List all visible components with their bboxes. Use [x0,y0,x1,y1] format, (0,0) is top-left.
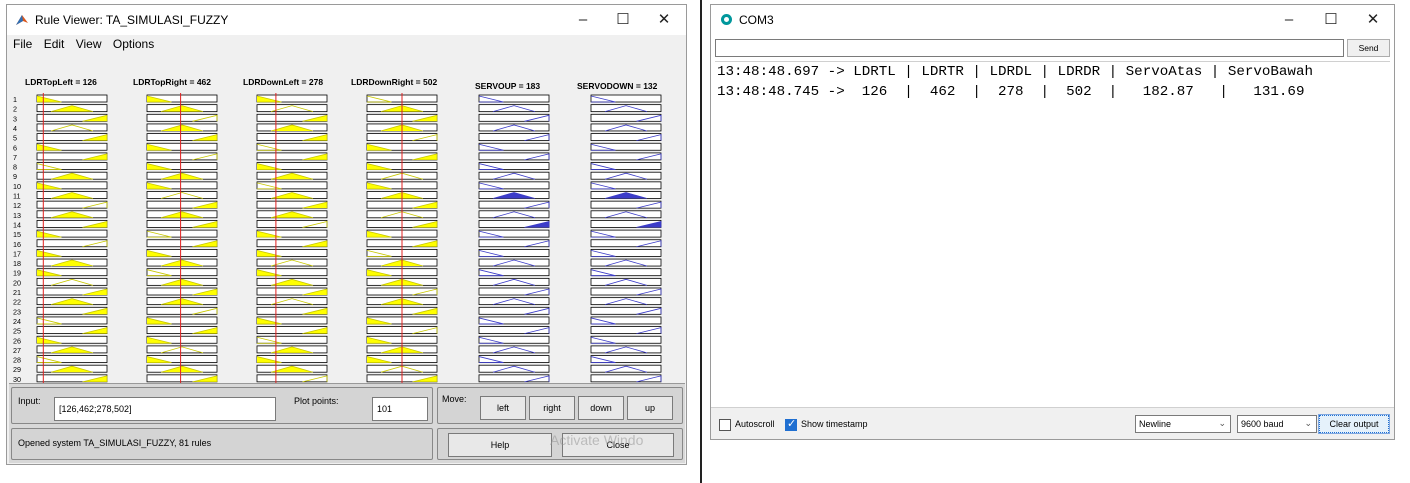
rule-number: 13 [13,211,21,220]
rule-number: 12 [13,201,21,210]
baud-value: 9600 baud [1241,419,1284,429]
arduino-icon [721,14,732,25]
help-button[interactable]: Help [448,433,552,457]
input-group: Input: [126,462;278,502] Plot points: 10… [11,387,433,424]
rule-number: 14 [13,220,21,229]
show-timestamp-label: Show timestamp [801,419,868,429]
rule-number: 18 [13,259,21,268]
control-panel: Input: [126,462;278,502] Plot points: 10… [9,383,685,463]
input-field[interactable]: [126,462;278,502] [54,397,276,421]
show-timestamp-checkbox[interactable] [785,417,797,431]
rule-number: 29 [13,365,21,374]
move-right-button[interactable]: right [529,396,575,420]
input-label: Input: [18,396,41,406]
close-button[interactable]: ✕ [1353,9,1393,31]
rule-number: 5 [13,134,17,143]
rule-number: 27 [13,346,21,355]
serial-monitor-titlebar: COM3 – ☐ ✕ [711,5,1394,35]
menu-file[interactable]: File [13,37,32,51]
maximize-button[interactable]: ☐ [603,9,643,31]
chevron-down-icon: ⌄ [1304,418,1312,428]
menu-edit[interactable]: Edit [44,37,65,51]
rule-number: 9 [13,172,17,181]
rule-viewer-titlebar: Rule Viewer: TA_SIMULASI_FUZZY – ☐ ✕ [7,5,686,35]
rule-number: 25 [13,327,21,336]
rule-number: 16 [13,240,21,249]
rule-number: 10 [13,182,21,191]
menu-bar: File Edit View Options [7,37,156,57]
rule-number: 2 [13,105,17,114]
activate-windows-watermark: Activate Windo [550,432,644,448]
rule-number: 6 [13,143,17,152]
serial-line-values: 13:48:48.745 -> 126 | 462 | 278 | 502 | … [717,84,1305,100]
matlab-icon [16,15,28,25]
minimize-button[interactable]: – [1269,9,1309,31]
rule-viewer-window: Rule Viewer: TA_SIMULASI_FUZZY – ☐ ✕ Fil… [6,4,687,465]
status-text: Opened system TA_SIMULASI_FUZZY, 81 rule… [18,438,212,448]
rule-number: 1 [13,95,17,104]
rule-number: 28 [13,356,21,365]
rule-number: 3 [13,114,17,123]
rule-number: 23 [13,307,21,316]
serial-monitor-window: COM3 – ☐ ✕ Send 13:48:48.697 -> LDRTL | … [710,4,1395,440]
menu-view[interactable]: View [76,37,102,51]
rule-grid: 1234567891011121314151617181920212223242… [13,93,662,385]
move-left-button[interactable]: left [480,396,526,420]
close-button[interactable]: ✕ [644,9,684,31]
plot-points-field[interactable]: 101 [372,397,428,421]
rule-number: 21 [13,288,21,297]
serial-output[interactable]: 13:48:48.697 -> LDRTL | LDRTR | LDRDL | … [715,61,1390,407]
minimize-button[interactable]: – [563,9,603,31]
send-button[interactable]: Send [1347,39,1390,57]
move-group: Move: left right down up [437,387,683,424]
move-label: Move: [442,394,467,404]
rule-plot-area: LDRTopLeft = 126 LDRTopRight = 462 LDRDo… [9,59,685,385]
screenshot-page: Rule Viewer: TA_SIMULASI_FUZZY – ☐ ✕ Fil… [0,0,1410,483]
rule-number: 15 [13,230,21,239]
baud-select[interactable]: 9600 baud ⌄ [1237,415,1317,433]
rule-number: 11 [13,192,20,201]
serial-line-header: 13:48:48.697 -> LDRTL | LDRTR | LDRDL | … [717,64,1313,80]
move-up-button[interactable]: up [627,396,673,420]
send-row: Send [715,39,1390,59]
autoscroll-checkbox[interactable] [719,419,731,431]
rule-number: 20 [13,278,21,287]
rule-number: 22 [13,298,21,307]
serial-footer: Autoscroll Show timestamp Newline ⌄ 9600… [711,407,1394,439]
chevron-down-icon: ⌄ [1218,418,1226,428]
plot-points-label: Plot points: [294,396,339,406]
move-down-button[interactable]: down [578,396,624,420]
divider [700,0,702,483]
window-title: Rule Viewer: TA_SIMULASI_FUZZY [35,13,229,27]
window-title: COM3 [739,13,774,27]
rule-number: 26 [13,336,21,345]
rule-number: 8 [13,163,17,172]
rule-number: 7 [13,153,17,162]
status-group: Opened system TA_SIMULASI_FUZZY, 81 rule… [11,428,433,460]
rule-number: 4 [13,124,17,133]
send-input[interactable] [715,39,1344,57]
line-ending-select[interactable]: Newline ⌄ [1135,415,1231,433]
menu-options[interactable]: Options [113,37,154,51]
help-close-group: Help Close Activate Windo [437,428,683,460]
rule-number: 17 [13,249,21,258]
rule-number: 19 [13,269,21,278]
autoscroll-label: Autoscroll [735,419,775,429]
rule-number: 24 [13,317,21,326]
maximize-button[interactable]: ☐ [1311,9,1351,31]
clear-output-button[interactable]: Clear output [1318,414,1390,434]
line-ending-value: Newline [1139,419,1172,429]
